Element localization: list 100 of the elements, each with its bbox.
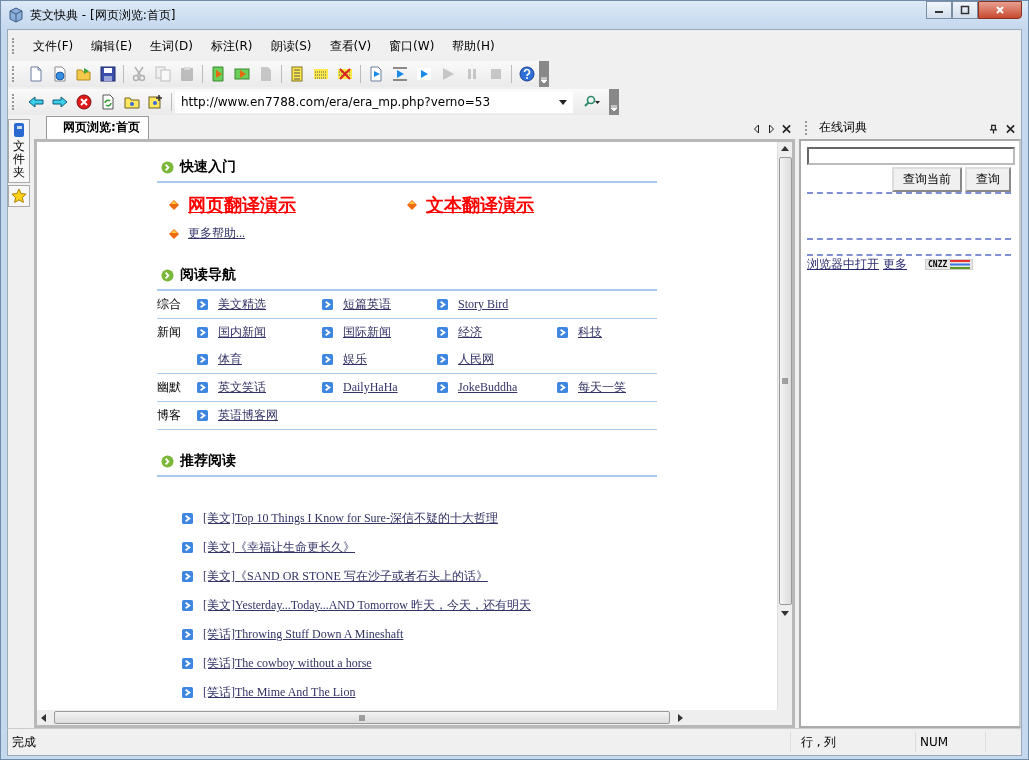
horizontal-scrollbar[interactable] [37,710,792,725]
nav-link[interactable]: 美文精选 [218,296,266,313]
word-input[interactable] [807,147,1015,165]
nav-link[interactable]: 娱乐 [343,351,367,368]
nav-link[interactable]: 国际新闻 [343,324,391,341]
arrow-bullet-icon [437,354,448,365]
menu-item[interactable]: 查看(V) [320,37,381,55]
stats-badge[interactable]: CNZZ [925,259,974,270]
app-icon [8,7,24,23]
arrow-bullet-icon [322,382,333,393]
copy-icon [155,66,171,82]
scroll-right-icon[interactable] [678,713,683,722]
nav-link[interactable]: 体育 [218,351,242,368]
star-icon [11,187,27,204]
close-icon[interactable] [1006,124,1015,134]
overflow-button[interactable] [539,61,549,87]
window-title: 英文快典 - [网页浏览:首页] [30,6,176,24]
panel-link[interactable]: 浏览器中打开 [807,256,879,273]
nav-link[interactable]: 每天一笑 [578,379,626,396]
scroll-thumb[interactable] [778,157,792,605]
scroll-up-icon[interactable] [781,146,789,151]
stop-icon [76,94,92,110]
query-button[interactable]: 查询当前 [892,167,962,192]
section-heading: 推荐阅读 [180,452,236,470]
nav-link[interactable]: 英文笑话 [218,379,266,396]
query-button[interactable]: 查询 [965,167,1011,192]
menu-item[interactable]: 编辑(E) [82,37,142,55]
help-link[interactable]: 更多帮助... [188,225,245,242]
play-line-icon [392,66,408,82]
pin-icon[interactable] [989,124,998,134]
panel-link[interactable]: 更多 [883,256,907,273]
category-label: 幽默 [157,379,182,396]
arrow-bullet-icon [182,571,193,582]
paste-icon [179,66,195,82]
grip-icon [782,378,788,384]
refresh-icon [100,94,116,110]
nav-link[interactable]: 短篇英语 [343,296,391,313]
folder-tab[interactable]: 文件夹 [8,119,30,183]
arrow-bullet-icon [182,513,193,524]
article-link[interactable]: [笑话]Throwing Stuff Down A Mineshaft [203,626,404,643]
article-link[interactable]: [美文]Top 10 Things I Know for Sure-深信不疑的十大哲理 [203,510,498,527]
minimize-button[interactable] [926,1,952,19]
nav-link[interactable]: JokeBuddha [458,380,518,395]
overflow-button[interactable] [609,89,619,115]
caret-icon [610,104,618,112]
scroll-left-icon[interactable] [752,124,761,134]
nav-link[interactable]: 人民网 [458,351,494,368]
arrow-circle-icon [161,454,174,468]
menu-item[interactable]: 生词(D) [141,37,202,55]
vertical-scrollbar[interactable] [777,142,792,710]
article-link[interactable]: [美文]Yesterday...Today...AND Tomorrow 昨天，今天，还有明天 [203,597,531,614]
close-icon [995,5,1005,15]
menu-item[interactable]: 标注(R) [201,37,262,55]
article-link[interactable]: [笑话]The cowboy without a horse [203,655,372,672]
close-button[interactable] [978,1,1022,19]
nav-link[interactable]: 经济 [458,324,482,341]
restore-button[interactable] [952,1,978,19]
folder-icon [124,94,140,110]
folder-plus-icon [148,94,164,110]
scroll-thumb[interactable] [54,711,670,724]
new-icon [28,66,44,82]
article-link[interactable]: [美文]《SAND OR STONE 写在沙子或者石头上的话》 [203,568,488,585]
menu-item[interactable]: 窗口(W) [380,37,444,55]
nav-link[interactable]: 科技 [578,324,602,341]
highlight-icon [313,66,329,82]
menu-item[interactable]: 朗读(S) [261,37,321,55]
menu-item[interactable]: 文件(F) [24,37,83,55]
article-link[interactable]: [美文]《幸福让生命更长久》 [203,539,355,556]
open-icon [76,66,92,82]
stripes-icon [950,260,971,269]
nav-link[interactable]: DailyHaHa [343,380,398,395]
close-icon[interactable] [782,124,791,134]
arrow-bullet-icon [197,410,208,421]
panel-title: 在线词典 [819,119,867,136]
caret-icon [540,76,548,84]
menu-item[interactable]: 帮助(H) [443,37,504,55]
favorites-tab[interactable] [8,184,30,207]
arrow-bullet-icon [182,687,193,698]
nav-link[interactable]: 国内新闻 [218,324,266,341]
url-field[interactable]: http://www.en7788.com/era/era_mp.php?verno=53 [175,91,573,113]
arrow-bullet-icon [182,629,193,640]
category-label: 综合 [157,296,182,313]
arrow-bullet-icon [437,382,448,393]
nav-link[interactable]: 英语博客网 [218,407,278,424]
play-page-icon [368,66,384,82]
article-link[interactable]: [笑话]The Mime And The Lion [203,684,356,701]
arrow-bullet-icon [197,327,208,338]
arrow-bullet-icon [437,327,448,338]
scroll-right-icon[interactable] [767,124,776,134]
demo-link[interactable]: 文本翻译演示 [426,193,534,217]
nav-link[interactable]: Story Bird [458,297,509,312]
play-bar-icon [234,66,250,82]
arrow-bullet-icon [197,382,208,393]
document-tab[interactable]: 网页浏览:首页 [46,116,149,139]
arrow-bullet-icon [182,658,193,669]
demo-link[interactable]: 网页翻译演示 [188,193,296,217]
left-arrow-icon [28,94,44,110]
arrow-circle-icon [161,268,174,282]
scroll-left-icon[interactable] [41,713,46,722]
scroll-down-icon[interactable] [781,611,789,616]
